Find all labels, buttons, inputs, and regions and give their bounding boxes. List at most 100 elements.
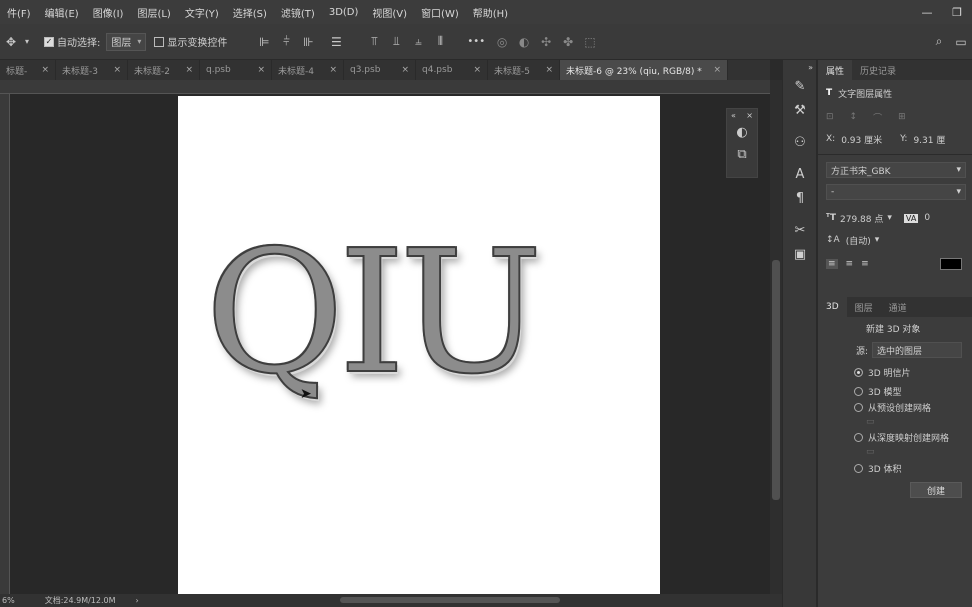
restore-icon[interactable]: ❐ [942,0,972,24]
collapse-icon[interactable]: « [731,111,736,120]
align-right-icon[interactable]: ⊪ [297,31,319,53]
clone-source-icon[interactable]: ⚇ [783,130,817,154]
menu-select[interactable]: 选择(S) [226,5,274,20]
3d-scale-icon[interactable]: ⬚ [579,31,601,53]
menu-3d[interactable]: 3D(D) [322,7,366,18]
menu-type[interactable]: 文字(Y) [178,5,226,20]
distribute-vertical-icon[interactable]: ☰ [325,31,347,53]
align-center-text-icon[interactable]: ≡ [846,259,854,269]
warp-icon[interactable]: ⌒ [873,111,882,124]
workspace-icon[interactable]: ▭ [950,31,972,53]
brush-panel-icon[interactable]: ✎ [783,74,817,98]
minimize-icon[interactable]: — [912,0,942,24]
more-options-button[interactable]: ••• [467,36,485,47]
scroll-thumb[interactable] [772,260,780,500]
source-dropdown[interactable]: 选中的图层 [872,342,963,358]
paragraph-panel-icon[interactable]: ¶ [783,186,817,210]
tab-history[interactable]: 历史记录 [852,60,904,80]
font-size-value[interactable]: 279.88 点 [840,212,883,225]
document-tab[interactable]: q.psb × [200,60,272,80]
menu-edit[interactable]: 编辑(E) [38,5,86,20]
qiu-chrome-text[interactable]: QIU [205,228,585,448]
3d-pan-icon[interactable]: ✣ [535,31,557,53]
close-icon[interactable]: × [746,111,753,120]
radio-postcard[interactable] [854,367,863,377]
collapse-icon[interactable]: » [783,60,817,74]
link-icon[interactable]: ⊡ [826,112,834,122]
chevron-down-icon[interactable]: ▾ [22,31,32,53]
align-right-text-icon[interactable]: ≡ [861,259,869,269]
create-button[interactable]: 创建 [910,482,962,498]
menu-view[interactable]: 视图(V) [365,5,414,20]
chevron-down-icon[interactable]: ▾ [875,235,880,245]
document-tab[interactable]: 未标题-4 × [272,60,344,80]
align-hcenter-icon[interactable]: ⫩ [275,31,297,53]
option-model[interactable]: 3D 模型 [818,383,972,399]
close-icon[interactable]: × [545,65,553,75]
menu-layer[interactable]: 图层(L) [130,5,177,20]
chevron-right-icon[interactable]: › [136,596,139,605]
radio-depth-map[interactable] [854,432,863,442]
show-transform-checkbox[interactable] [154,36,165,47]
menu-help[interactable]: 帮助(H) [466,5,515,20]
document-tab[interactable]: 未标题-5 × [488,60,560,80]
document-tab[interactable]: 未标题-2 × [128,60,200,80]
auto-select-checkbox[interactable]: ✓ [44,36,54,47]
flip-icon[interactable]: ↕ [850,112,858,122]
font-family-dropdown[interactable]: 方正书宋_GBK ▾ [826,162,966,178]
vertical-scrollbar[interactable] [770,80,782,594]
close-icon[interactable]: × [185,65,193,75]
align-left-text-icon[interactable]: ≡ [826,259,838,269]
horizontal-scrollbar[interactable] [340,597,560,603]
move-tool-icon[interactable]: ✥ [0,31,22,53]
menu-window[interactable]: 窗口(W) [414,5,466,20]
close-icon[interactable]: × [113,65,121,75]
close-icon[interactable]: × [713,65,721,75]
document-tab[interactable]: q4.psb × [416,60,488,80]
3d-orbit-icon[interactable]: ◎ [491,31,513,53]
close-icon[interactable]: × [41,65,49,75]
close-icon[interactable]: × [329,65,337,75]
align-vcenter-icon[interactable]: ⫫ [385,31,407,53]
document-tab[interactable]: 未标题-3 × [56,60,128,80]
tools-icon[interactable]: ✂ [783,218,817,242]
document-tab[interactable]: 标题- × [0,60,56,80]
3d-roll-icon[interactable]: ◐ [513,31,535,53]
text-color-swatch[interactable] [940,258,962,270]
align-top-icon[interactable]: ⫪ [363,31,385,53]
x-value[interactable]: 0.93 厘米 [841,133,882,146]
radio-volume[interactable] [854,463,863,473]
tab-channels[interactable]: 通道 [881,297,915,317]
menu-filter[interactable]: 滤镜(T) [274,5,322,20]
vertical-ruler[interactable] [0,94,10,594]
document-tab-active[interactable]: 未标题-6 @ 23% (qiu, RGB/8) * × [560,60,728,80]
font-style-dropdown[interactable]: - ▾ [826,184,966,200]
tracking-value[interactable]: 0 [924,213,930,223]
tab-3d[interactable]: 3D [818,297,847,317]
3d-slide-icon[interactable]: ✤ [557,31,579,53]
align-bottom-icon[interactable]: ⫨ [407,31,429,53]
zoom-level[interactable]: 6% [2,596,15,605]
info-panel-icon[interactable]: ▣ [783,242,817,266]
adjustment-icon[interactable]: ◐ [727,121,757,143]
option-preset-mesh[interactable]: 从预设创建网格 [818,399,972,415]
leading-value[interactable]: (自动) [846,234,871,247]
option-depth-map[interactable]: 从深度映射创建网格 [818,429,972,445]
auto-select-dropdown[interactable]: 图层 ▾ [106,32,147,51]
document-tab[interactable]: q3.psb × [344,60,416,80]
character-panel-icon[interactable]: A [783,162,817,186]
close-icon[interactable]: × [401,65,409,75]
menu-image[interactable]: 图像(I) [86,5,131,20]
radio-model[interactable] [854,386,863,396]
distribute-horizontal-icon[interactable]: ⦀ [429,31,451,53]
close-icon[interactable]: × [257,65,265,75]
close-icon[interactable]: × [473,65,481,75]
menu-file[interactable]: 件(F) [0,5,38,20]
radio-preset-mesh[interactable] [854,402,863,412]
3d-icon[interactable]: ⧉ [727,143,757,165]
tab-properties[interactable]: 属性 [818,60,853,80]
align-left-icon[interactable]: ⊫ [253,31,275,53]
option-volume[interactable]: 3D 体积 [818,459,972,477]
search-icon[interactable]: ⌕ [928,31,950,53]
option-postcard[interactable]: 3D 明信片 [818,361,972,383]
